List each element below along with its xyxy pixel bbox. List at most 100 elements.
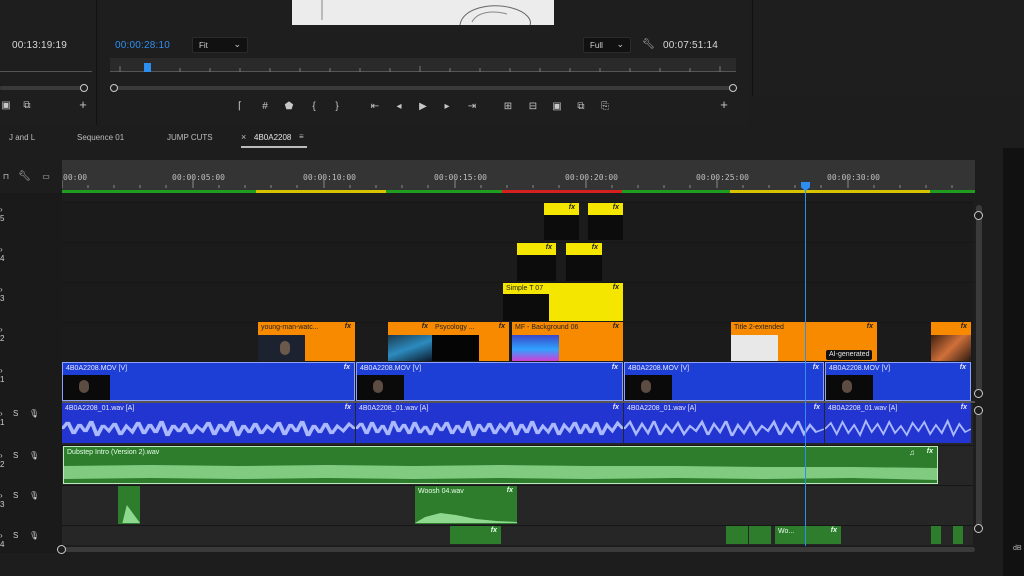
clip-v1-4[interactable]: 4B0A2208.MOV [V] fx — [825, 362, 971, 401]
clip-psycology[interactable]: Psycology ... fx — [432, 322, 509, 361]
track-v1-header[interactable]: › 1 — [0, 366, 60, 384]
clip-mf-background-06[interactable]: MF - Background 06 fx — [512, 322, 623, 361]
tab-sequence-01[interactable]: Sequence 01 — [77, 133, 124, 142]
wrench-icon[interactable]: 🔧︎ — [642, 40, 655, 50]
tab-menu-icon[interactable]: ≡ — [299, 132, 304, 141]
clip-v1-2[interactable]: 4B0A2208.MOV [V] fx — [356, 362, 623, 401]
clip-a4-2[interactable] — [726, 526, 748, 544]
vertical-scrollbar-video[interactable] — [976, 205, 982, 395]
playhead-line[interactable] — [805, 190, 806, 546]
clip-a1-3[interactable]: 4B0A2208_01.wav [A] fx — [624, 403, 824, 443]
lane-v5[interactable] — [62, 202, 973, 242]
track-a3-lock[interactable]: › — [0, 491, 3, 500]
clip-v2-2[interactable]: fx — [388, 322, 432, 361]
clip-a3-1[interactable] — [118, 486, 140, 524]
clip-simple-t-07[interactable]: Simple T 07 fx — [503, 283, 623, 321]
step-forward-icon[interactable]: ▸ — [441, 102, 453, 112]
track-a3-header[interactable]: › S 🎙︎ 3 — [0, 491, 60, 509]
marker-icon[interactable]: ⬟ — [283, 102, 295, 112]
clip-a4-1[interactable]: fx — [450, 526, 501, 544]
track-a4-header[interactable]: › S 🎙︎ 4 — [0, 531, 60, 549]
track-a2-lock[interactable]: › — [0, 451, 3, 460]
clip-a4-6[interactable] — [953, 526, 963, 544]
plus-icon[interactable]: + — [718, 98, 730, 111]
step-back-icon[interactable]: ◂ — [393, 102, 405, 112]
clip-a1-1[interactable]: 4B0A2208_01.wav [A] fx — [62, 403, 355, 443]
microphone-icon[interactable]: 🎙︎ — [29, 531, 39, 540]
track-v5-header[interactable]: › 5 — [0, 205, 60, 223]
wrench-icon[interactable]: 🔧︎ — [18, 172, 31, 182]
clip-woosh-04[interactable]: Woosh 04.wav fx — [415, 486, 517, 524]
clip-v5-2-body[interactable] — [588, 215, 623, 240]
play-icon[interactable]: ▶ — [417, 102, 429, 112]
scroll-handle-top[interactable] — [974, 406, 983, 415]
source-zoom-handle[interactable] — [80, 84, 88, 92]
clip-v5-1[interactable]: fx — [544, 203, 579, 215]
playhead-timecode[interactable]: 00:00:28:10 — [115, 40, 170, 51]
clip-a1-2[interactable]: 4B0A2208_01.wav [A] fx — [356, 403, 623, 443]
horizontal-scroll-handle[interactable] — [57, 545, 66, 554]
lane-a3[interactable] — [62, 485, 973, 525]
track-v4-header[interactable]: › 4 — [0, 245, 60, 263]
tab-jump-cuts[interactable]: JUMP CUTS — [167, 133, 213, 142]
clip-v2-6[interactable]: fx — [931, 322, 971, 361]
camera-icon[interactable]: ▣ — [551, 102, 563, 112]
plus-icon[interactable]: + — [77, 98, 89, 111]
program-scrub-ruler[interactable] — [110, 58, 736, 72]
clip-woosh-short[interactable]: Wo... fx — [775, 526, 841, 544]
clip-v1-1[interactable]: 4B0A2208.MOV [V] fx — [62, 362, 355, 401]
microphone-icon[interactable]: 🎙︎ — [29, 451, 39, 460]
step-forward-to-out-icon[interactable]: ⇥ — [466, 102, 478, 112]
horizontal-scrollbar[interactable] — [62, 547, 975, 552]
solo-button[interactable]: S — [13, 531, 18, 540]
go-to-in-icon[interactable]: { — [308, 102, 320, 112]
program-zoom-handle-left[interactable] — [110, 84, 118, 92]
clip-v5-2[interactable]: fx — [588, 203, 623, 215]
output-icon[interactable]: ⎘ — [599, 102, 611, 112]
step-back-to-in-icon[interactable]: ⇤ — [369, 102, 381, 112]
solo-button[interactable]: S — [13, 451, 18, 460]
clip-v1-3[interactable]: 4B0A2208.MOV [V] fx — [624, 362, 824, 401]
program-playhead-marker[interactable] — [144, 63, 151, 72]
program-zoom-bar[interactable] — [114, 86, 734, 90]
scroll-handle-bottom[interactable] — [974, 389, 983, 398]
clip-v5-1-body[interactable] — [544, 215, 579, 240]
microphone-icon[interactable]: 🎙︎ — [29, 409, 39, 418]
output-icon[interactable]: ⧉ — [21, 101, 33, 111]
clip-v4-1[interactable]: fx — [517, 243, 556, 255]
lift-icon[interactable]: ⊞ — [502, 102, 514, 112]
microphone-icon[interactable]: 🎙︎ — [29, 491, 39, 500]
tab-close-icon[interactable]: × — [241, 132, 246, 142]
scroll-handle-bottom[interactable] — [974, 524, 983, 533]
track-a2-header[interactable]: › S 🎙︎ 2 — [0, 451, 60, 469]
comparison-view-icon[interactable]: ⧉ — [575, 102, 587, 112]
extract-icon[interactable]: ⊟ — [527, 102, 539, 112]
captions-icon[interactable]: ▭ — [40, 172, 52, 182]
solo-button[interactable]: S — [13, 491, 18, 500]
clip-v4-1-body[interactable] — [517, 255, 556, 281]
zoom-select[interactable]: Fit ⌄ — [192, 37, 248, 53]
track-a1-lock[interactable]: › — [0, 409, 3, 418]
track-v2-header[interactable]: › 2 — [0, 325, 60, 343]
clip-a1-4[interactable]: 4B0A2208_01.wav [A] fx — [825, 403, 971, 443]
tab-4b0a2208[interactable]: 4B0A2208 — [254, 133, 291, 142]
track-v3-header[interactable]: › 3 — [0, 285, 60, 303]
snap-icon[interactable]: ⊓ — [0, 172, 12, 182]
mark-out-icon[interactable]: # — [259, 102, 271, 112]
resolution-select[interactable]: Full ⌄ — [583, 37, 631, 53]
solo-button[interactable]: S — [13, 409, 18, 418]
track-a4-lock[interactable]: › — [0, 531, 3, 540]
clip-young-man-watching[interactable]: young-man-watc... fx — [258, 322, 355, 361]
camera-icon[interactable]: ▣ — [0, 101, 12, 111]
track-a1-header[interactable]: › S 🎙︎ 1 — [0, 409, 60, 427]
clip-dubstep-intro[interactable]: Dubstep Intro (Version 2).wav ♫ fx — [63, 446, 938, 484]
clip-a4-3[interactable] — [749, 526, 771, 544]
tab-j-and-l[interactable]: J and L — [9, 133, 35, 142]
mark-in-icon[interactable]: ⌈ — [234, 102, 246, 112]
scroll-handle-top[interactable] — [974, 211, 983, 220]
vertical-scrollbar-audio[interactable] — [976, 406, 982, 532]
source-zoom-bar[interactable] — [0, 86, 88, 90]
clip-a4-5[interactable] — [931, 526, 941, 544]
clip-v4-2[interactable]: fx — [566, 243, 602, 255]
go-to-out-icon[interactable]: } — [331, 102, 343, 112]
